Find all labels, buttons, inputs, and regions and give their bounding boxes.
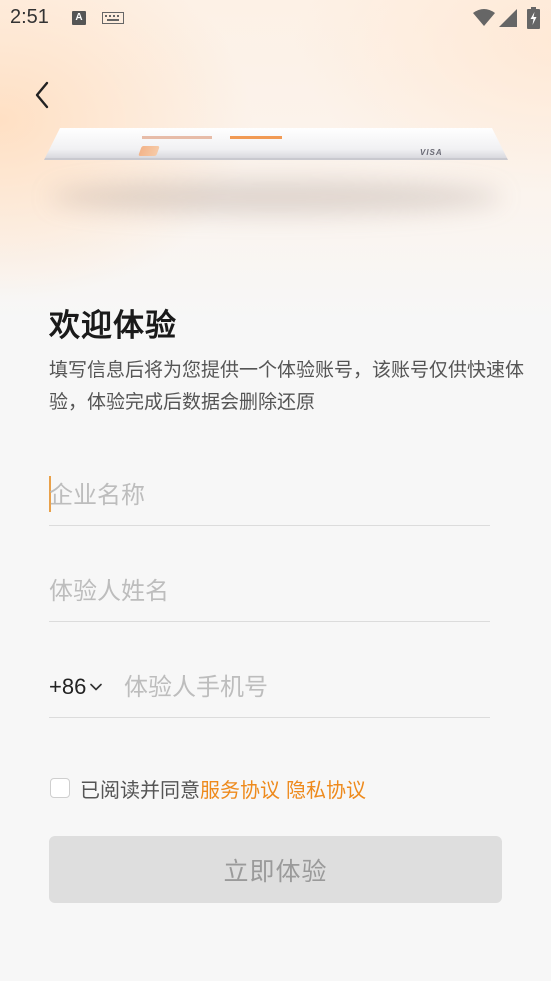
wifi-icon: [473, 9, 495, 26]
keyboard-icon: [102, 12, 124, 24]
agree-checkbox[interactable]: [50, 778, 70, 798]
card-stripe-accent: [230, 136, 282, 139]
name-field: [49, 562, 490, 622]
service-agreement-link[interactable]: 服务协议: [200, 774, 280, 803]
battery-charging-icon: [527, 7, 540, 29]
card-shadow: [50, 180, 502, 214]
chevron-left-icon: [35, 81, 49, 109]
chevron-down-icon: [90, 683, 103, 691]
card-brand-logo: VISA: [420, 148, 443, 157]
start-trial-button[interactable]: 立即体验: [49, 836, 502, 903]
status-bar: 2:51 A: [0, 0, 551, 38]
privacy-policy-link[interactable]: 隐私协议: [286, 774, 366, 803]
country-code-selector[interactable]: +86: [49, 670, 103, 704]
agreement-row: 已阅读并同意 服务协议 隐私协议: [50, 773, 366, 803]
company-field: [49, 466, 490, 526]
phone-number-input[interactable]: [124, 666, 490, 708]
page-title: 欢迎体验: [49, 308, 177, 344]
signal-icon: [499, 9, 517, 27]
trial-user-name-input[interactable]: [49, 570, 490, 612]
phone-field: +86: [49, 658, 490, 718]
back-button[interactable]: [26, 78, 58, 112]
trial-signup-screen: 2:51 A VISA 欢迎体验 填写信息后将为您提供一个体验账号，该账号仅供快…: [0, 0, 551, 981]
text-notification-icon: A: [72, 11, 86, 25]
card-illustration: VISA: [40, 122, 512, 222]
card-chip: [138, 146, 160, 156]
country-code-value: +86: [49, 674, 87, 699]
status-time: 2:51: [10, 6, 49, 28]
card-image: VISA: [44, 128, 508, 160]
company-name-input[interactable]: [49, 474, 490, 516]
page-subtitle: 填写信息后将为您提供一个体验账号，该账号仅供快速体验，体验完成后数据会删除还原: [49, 359, 525, 413]
card-stripe: [142, 136, 212, 139]
agreement-text: 已阅读并同意: [80, 777, 200, 802]
